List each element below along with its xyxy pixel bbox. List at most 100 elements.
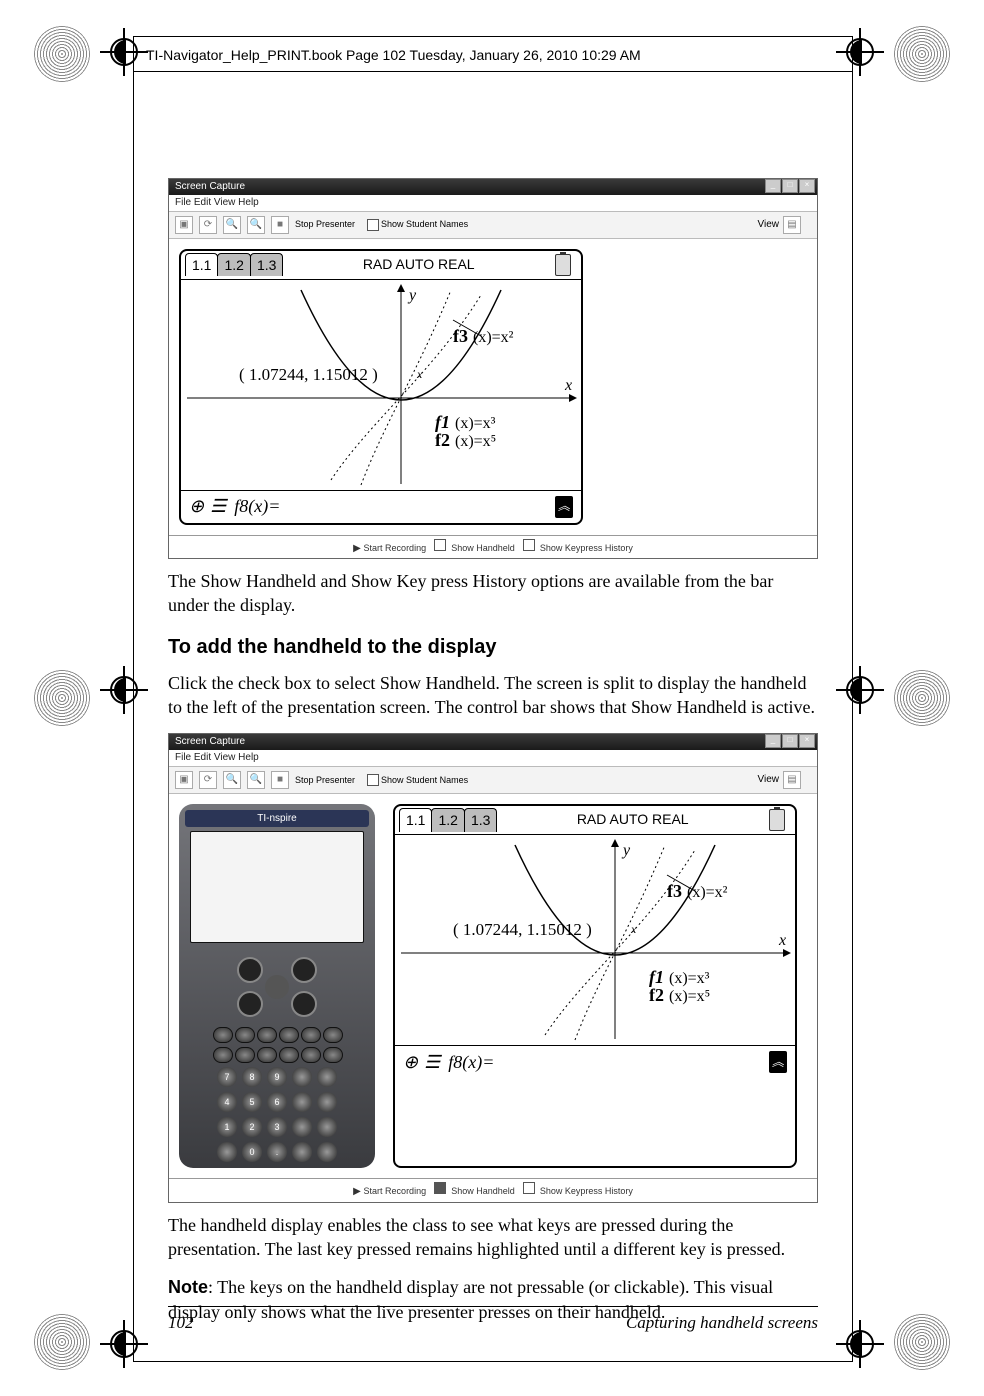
graph-svg: y x x f3 (x)=x² f1 (x)=x³ f2 (x)=x⁵ ( 1.… [181, 280, 581, 490]
hh-keyn [292, 1067, 312, 1087]
tab-1-1b: 1.1 [399, 808, 432, 832]
app-body-2: TI-nspire 789 [169, 794, 817, 1179]
hh-key [213, 1047, 233, 1063]
status-showhh-2: Show Handheld [451, 1186, 515, 1196]
graph-icon-2: ⊕ [403, 1050, 418, 1074]
hh-keyn: 5 [242, 1092, 262, 1112]
min-icon: _ [765, 179, 781, 193]
hh-keyn [292, 1117, 312, 1137]
svg-text:(x)=x⁵: (x)=x⁵ [455, 433, 496, 450]
reg-mark-mid-left [34, 670, 90, 726]
hh-keyn: 0 [242, 1142, 262, 1162]
svg-text:f3: f3 [667, 881, 682, 901]
calc-top-bar-2: 1.1 1.2 1.3 RAD AUTO REAL [395, 806, 795, 835]
calc-entry-bar-1: ⊕ ☰ f8(x)= ︽ [181, 490, 581, 523]
paragraph-3: The handheld display enables the class t… [168, 1213, 818, 1262]
tab-1-3: 1.3 [250, 253, 283, 277]
hh-keyn: 4 [217, 1092, 237, 1112]
battery-icon-2 [769, 809, 785, 831]
handheld-brand: TI-nspire [185, 810, 369, 828]
calculator-screen-1: 1.1 1.2 1.3 RAD AUTO REAL [179, 249, 583, 525]
handheld-screen [190, 831, 365, 943]
dpad-key-bl [237, 991, 263, 1017]
tab-1-3b: 1.3 [464, 808, 497, 832]
hh-keyn [217, 1142, 237, 1162]
dpad-key-tl [237, 957, 263, 983]
hh-keyn: 2 [242, 1117, 262, 1137]
status-showkh-2: Show Keypress History [540, 1186, 633, 1196]
window-control-buttons-2: _ □ × [765, 734, 815, 748]
status-rec: Start Recording [364, 543, 427, 553]
toolbar-2: ▣ ⟳ 🔍 🔍 ■ Stop Presenter Show Student Na… [169, 767, 817, 794]
max-icon-2: □ [782, 734, 798, 748]
status-showkh-checkbox-2 [523, 1182, 535, 1194]
svg-text:f1: f1 [649, 967, 664, 987]
chevron-up-icon-2: ︽ [769, 1051, 787, 1073]
hh-keyn [292, 1092, 312, 1112]
window-title-bar: Screen Capture _ □ × [169, 179, 817, 195]
window-title-2: Screen Capture [175, 736, 245, 747]
reg-mark-top-right [894, 26, 950, 82]
show-student-names-checkbox-2 [367, 774, 379, 786]
note-label: Note [168, 1277, 208, 1297]
toolbar-zoom-in-icon: 🔍 [223, 216, 241, 234]
graph-svg-2: y x x f3 (x)=x² f1 (x)=x³ f2 (x)=x⁵ ( 1.… [395, 835, 795, 1045]
tab-1-2b: 1.2 [431, 808, 464, 832]
view-icon-2: ▤ [783, 771, 801, 789]
page-number: 102 [168, 1313, 194, 1333]
calculator-screen-2: 1.1 1.2 1.3 RAD AUTO REAL [393, 804, 797, 1169]
hh-key [257, 1027, 277, 1043]
show-student-names-label-2: Show Student Names [381, 774, 468, 786]
dpad-key-tr [291, 957, 317, 983]
svg-text:(x)=x⁵: (x)=x⁵ [669, 988, 710, 1005]
toolbar-stop-label: Stop Presenter [295, 218, 355, 230]
hh-keyn [292, 1142, 312, 1162]
status-rec-2: Start Recording [364, 1186, 427, 1196]
hh-keyn [317, 1067, 337, 1087]
max-icon: □ [782, 179, 798, 193]
screenshot-2: Screen Capture _ □ × File Edit View Help… [168, 733, 818, 1203]
toolbar-stop-icon-2: ■ [271, 771, 289, 789]
dpad-center [265, 975, 289, 999]
calc-entry-text-2: f8(x)= [448, 1050, 494, 1074]
hh-key [235, 1047, 255, 1063]
hh-key [323, 1027, 343, 1043]
print-header: TI-Navigator_Help_PRINT.book Page 102 Tu… [134, 37, 852, 72]
status-showkh: Show Keypress History [540, 543, 633, 553]
hh-keyn: 8 [242, 1067, 262, 1087]
svg-text:x: x [564, 377, 572, 394]
battery-icon [555, 254, 571, 276]
handheld-function-keys [213, 1027, 341, 1063]
hh-keyn: 3 [267, 1117, 287, 1137]
window-title-bar-2: Screen Capture _ □ × [169, 734, 817, 750]
svg-text:(x)=x³: (x)=x³ [455, 415, 496, 432]
status-showhh-checkbox-1 [434, 539, 446, 551]
hh-keyn: 9 [267, 1067, 287, 1087]
status-bar-2: ▶ Start Recording Show Handheld Show Key… [169, 1178, 817, 1202]
svg-text:f2: f2 [649, 985, 664, 1005]
reg-mark-top-left [34, 26, 90, 82]
hh-key [213, 1027, 233, 1043]
svg-text:( 1.07244, 1.15012 ): ( 1.07244, 1.15012 ) [453, 920, 592, 939]
handheld-num-keys: 789 456 123 0. [217, 1067, 337, 1162]
rec-icon: ▶ [353, 543, 361, 554]
toolbar-icon-2: ⟳ [199, 216, 217, 234]
calc-entry-bar-2: ⊕ ☰ f8(x)= ︽ [395, 1045, 795, 1078]
status-showhh: Show Handheld [451, 543, 515, 553]
chevron-up-icon: ︽ [555, 496, 573, 518]
toolbar-icon-1: ▣ [175, 216, 193, 234]
dpad-key-br [291, 991, 317, 1017]
page: TI-Navigator_Help_PRINT.book Page 102 Tu… [133, 36, 853, 1362]
menu-bar: File Edit View Help [169, 195, 817, 212]
screenshot-1: Screen Capture _ □ × File Edit View Help… [168, 178, 818, 559]
toolbar-zoom-out-icon: 🔍 [247, 216, 265, 234]
app-body-1: 1.1 1.2 1.3 RAD AUTO REAL [169, 239, 817, 535]
menu-bar-2: File Edit View Help [169, 750, 817, 767]
menu-icon-2: ☰ [424, 1050, 440, 1074]
hh-keyn [317, 1142, 337, 1162]
svg-text:(x)=x²: (x)=x² [473, 329, 514, 346]
close-icon-2: × [799, 734, 815, 748]
svg-text:x: x [778, 932, 786, 949]
status-showhh-checkbox-2 [434, 1182, 446, 1194]
min-icon-2: _ [765, 734, 781, 748]
